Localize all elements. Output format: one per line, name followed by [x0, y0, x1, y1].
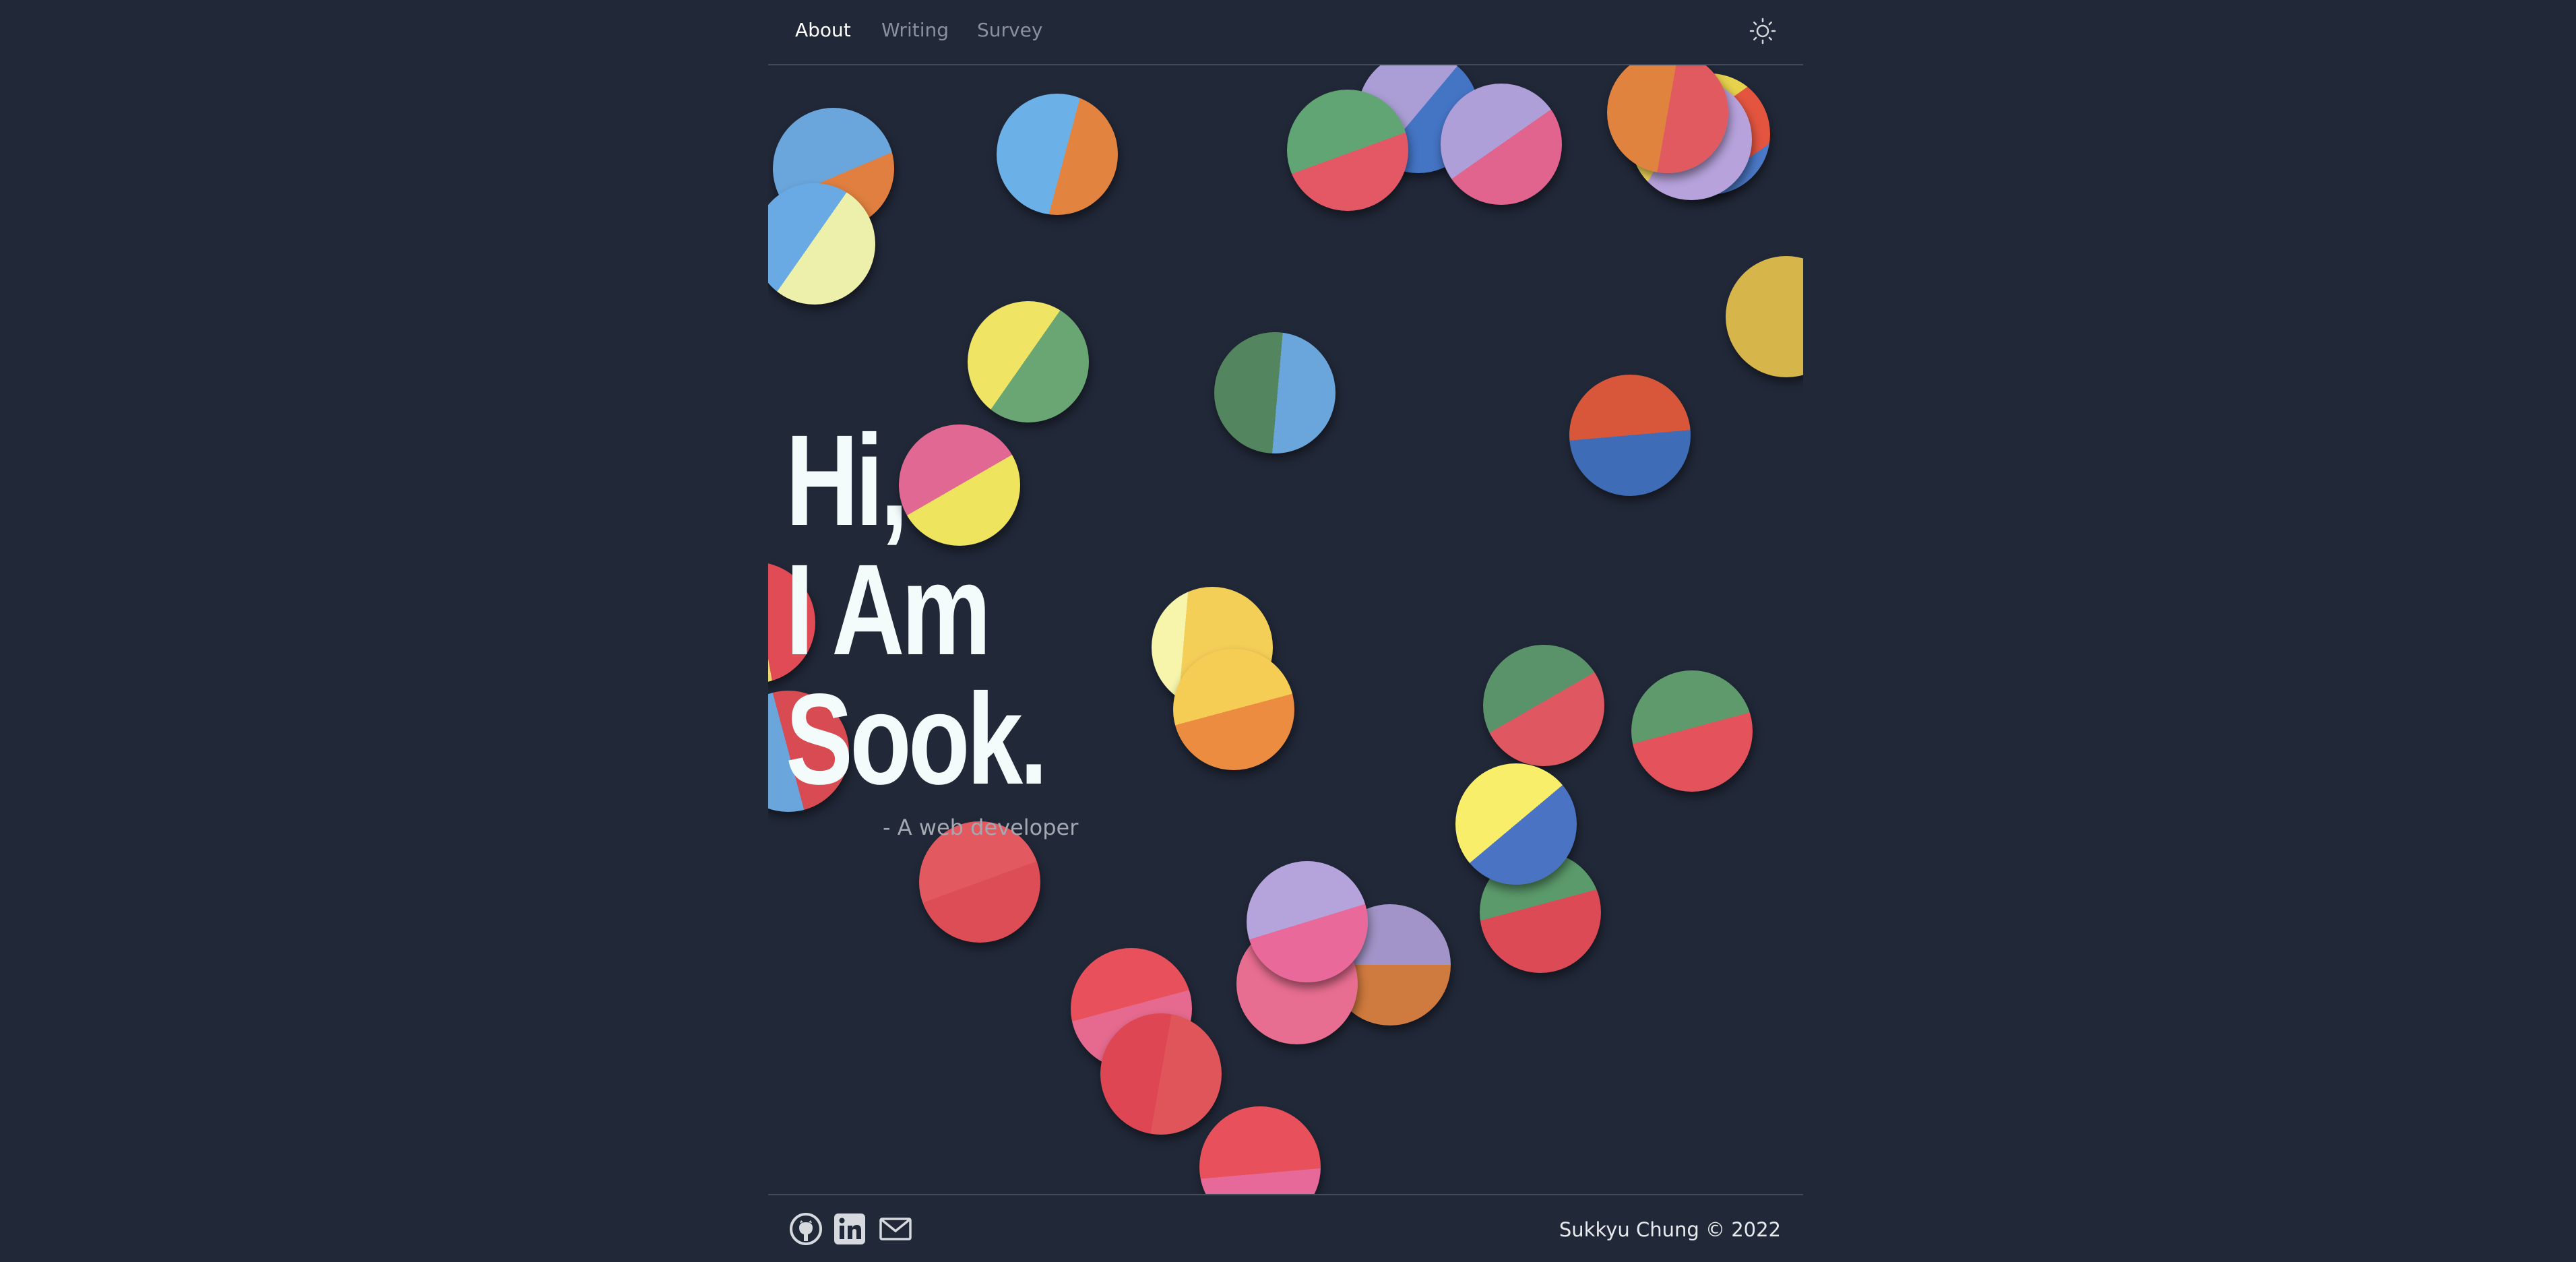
decorative-circle: [968, 301, 1089, 422]
footer: Sukkyu Chung © 2022: [768, 1194, 1803, 1262]
nav-link-survey[interactable]: Survey: [977, 19, 1042, 41]
github-icon: [790, 1213, 822, 1245]
decorative-circle: [1287, 90, 1408, 211]
decorative-circle: [1483, 645, 1604, 766]
mail-icon: [879, 1218, 912, 1240]
decorative-circle: [1214, 332, 1336, 453]
email-link[interactable]: [878, 1211, 916, 1247]
decorative-circle: [1455, 763, 1577, 885]
decorative-circle: [997, 94, 1118, 215]
sun-icon: [1749, 18, 1776, 44]
decorative-circle: [1173, 649, 1294, 770]
nav-link-writing[interactable]: Writing: [881, 19, 949, 41]
github-link[interactable]: [788, 1211, 826, 1247]
decorative-circle: [899, 424, 1020, 546]
hero-subtitle: - A web developer: [883, 815, 1079, 840]
decorative-circle: [1726, 256, 1803, 377]
hero-heading-line-2: I Am: [786, 537, 991, 682]
theme-toggle-button[interactable]: [1749, 17, 1777, 45]
decorative-circle: [1100, 1013, 1222, 1135]
linkedin-link[interactable]: [832, 1211, 870, 1247]
top-navigation: About Writing Survey: [768, 0, 1803, 65]
confetti-stage: Hi, I Am Sook. - A web developer: [768, 65, 1803, 1194]
page: About Writing Survey Hi, I Am Sook. - A …: [768, 0, 1803, 1261]
decorative-circle: [1199, 1106, 1321, 1194]
decorative-circle: [1441, 84, 1562, 205]
hero-heading-line-3: Sook.: [786, 666, 1048, 811]
nav-link-about[interactable]: About: [795, 19, 851, 41]
decorative-circle: [1631, 670, 1753, 792]
decorative-circle: [1247, 861, 1368, 982]
decorative-circle: [1569, 375, 1691, 496]
copyright-text: Sukkyu Chung © 2022: [1559, 1218, 1781, 1241]
linkedin-icon: [834, 1213, 865, 1244]
